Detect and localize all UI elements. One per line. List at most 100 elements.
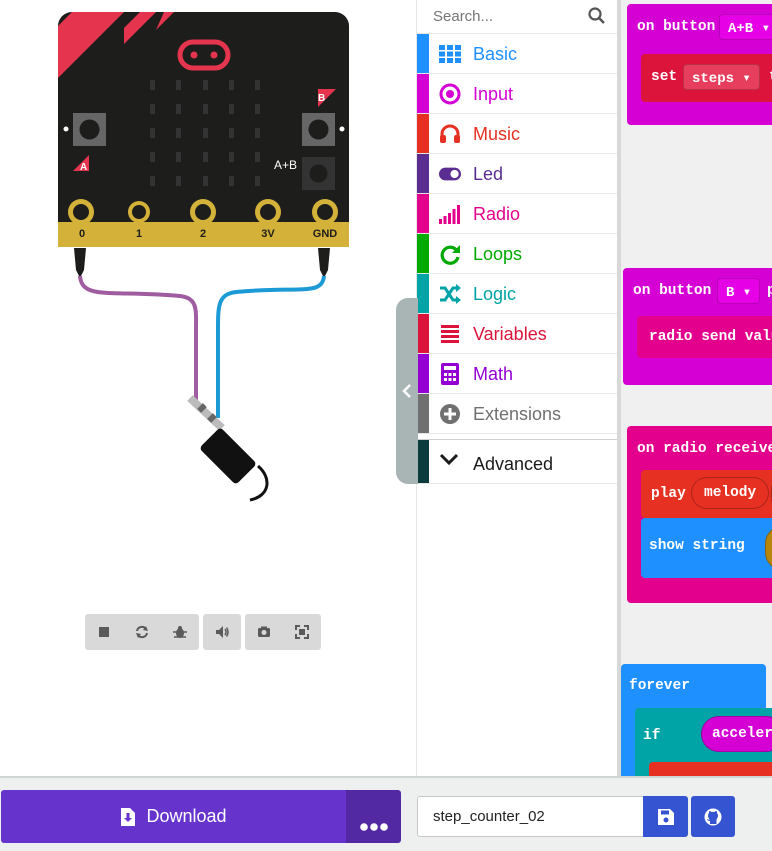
button-ab[interactable] <box>302 157 335 190</box>
category-extensions[interactable]: Extensions <box>417 394 617 434</box>
variable-dropdown[interactable]: steps ▾ <box>683 64 760 90</box>
show-string-block[interactable]: show string jo <box>641 518 772 578</box>
button-b[interactable] <box>302 113 335 146</box>
stop-button[interactable] <box>85 614 123 650</box>
string-value[interactable]: jo <box>765 526 772 570</box>
block-label: show string <box>649 538 745 554</box>
acceleration-block[interactable]: acceler <box>701 716 772 752</box>
makecode-editor: A B A+B 0 1 2 3V GND Search... Basic Inp… <box>0 0 772 851</box>
search-icon[interactable] <box>587 6 607 26</box>
calculator-icon <box>439 363 461 385</box>
fullscreen-button[interactable] <box>283 614 321 650</box>
block-label: play <box>651 486 686 502</box>
simulator-controls <box>85 614 321 650</box>
radio-send-value-block[interactable]: radio send valu <box>637 316 772 358</box>
block-label: on button <box>633 283 712 299</box>
block-label: on button <box>637 19 716 35</box>
category-input[interactable]: Input <box>417 74 617 114</box>
play-melody-block[interactable]: play melody d <box>641 470 772 518</box>
save-button[interactable] <box>643 796 688 837</box>
block-label: p <box>767 283 772 299</box>
pin-0-label: 0 <box>79 228 85 240</box>
set-variable-block[interactable]: set steps ▾ t <box>641 54 772 102</box>
category-label: Variables <box>473 324 547 344</box>
blocks-workspace[interactable]: on button A+B ▾ set steps ▾ t on button … <box>617 0 772 776</box>
block-label: on radio receive <box>637 441 772 457</box>
category-advanced[interactable]: Advanced <box>417 439 617 484</box>
dropdown-value: melody <box>704 485 757 501</box>
button-dropdown[interactable]: B ▾ <box>717 278 761 304</box>
category-led[interactable]: Led <box>417 154 617 194</box>
button-b-label: B <box>318 93 325 104</box>
category-logic[interactable]: Logic <box>417 274 617 314</box>
category-label: Loops <box>473 244 523 264</box>
dropdown-value: A+B <box>728 21 754 37</box>
fullscreen-icon <box>295 625 309 639</box>
value-text: acceler <box>712 726 772 742</box>
category-variables[interactable]: Variables <box>417 314 617 354</box>
on-button-b-block[interactable]: on button B ▾ p radio send valu <box>623 268 772 385</box>
restart-button[interactable] <box>123 614 161 650</box>
button-dropdown[interactable]: A+B ▾ <box>719 14 772 40</box>
on-radio-received-block[interactable]: on radio receive play melody d show stri… <box>627 426 772 603</box>
block-label: if <box>643 728 661 744</box>
block-label: set <box>651 69 678 85</box>
category-label: Math <box>473 364 514 384</box>
download-label: Download <box>146 806 227 826</box>
pin-2-label: 2 <box>200 228 206 240</box>
headphones-icon <box>439 123 461 145</box>
signal-icon <box>439 203 461 225</box>
toggle-icon <box>439 163 461 185</box>
category-label: Advanced <box>473 454 554 474</box>
category-label: Extensions <box>473 404 562 424</box>
if-block[interactable]: if acceler <box>635 708 772 776</box>
download-button[interactable]: Download <box>1 790 346 843</box>
mute-button[interactable] <box>203 614 241 650</box>
pin-1-label: 1 <box>136 228 142 240</box>
more-options-button[interactable] <box>346 790 401 843</box>
github-button[interactable] <box>691 796 735 837</box>
block-label: forever <box>629 678 690 694</box>
list-icon <box>439 323 461 345</box>
screenshot-button[interactable] <box>245 614 283 650</box>
forever-block[interactable]: forever if acceler <box>621 664 772 776</box>
debug-button[interactable] <box>161 614 199 650</box>
category-label: Input <box>473 84 514 104</box>
debug-icon <box>173 626 187 638</box>
on-button-ab-block[interactable]: on button A+B ▾ set steps ▾ t <box>627 4 772 125</box>
category-basic[interactable]: Basic <box>417 34 617 74</box>
github-icon <box>704 808 722 825</box>
melody-dropdown[interactable]: melody <box>691 477 770 509</box>
camera-icon <box>258 626 270 637</box>
button-a-label: A <box>80 162 87 173</box>
download-icon <box>121 807 136 826</box>
chevron-down-icon <box>439 452 461 474</box>
block-label: radio send valu <box>649 329 772 345</box>
simulator-panel: A B A+B 0 1 2 3V GND <box>0 0 416 776</box>
restart-icon <box>136 625 148 639</box>
category-radio[interactable]: Radio <box>417 194 617 234</box>
dropdown-value: steps <box>692 71 735 87</box>
search-input[interactable] <box>417 0 587 32</box>
mute-icon <box>216 626 229 638</box>
button-ab-label: A+B <box>274 158 297 172</box>
project-name-input[interactable] <box>417 796 644 837</box>
toolbox-search <box>417 0 617 34</box>
stop-icon <box>99 627 109 637</box>
button-a[interactable] <box>73 113 106 146</box>
collapse-simulator-handle[interactable] <box>396 298 418 484</box>
ellipsis-icon <box>359 823 388 831</box>
category-label: Music <box>473 124 521 144</box>
chevron-left-icon <box>402 384 411 398</box>
grid-icon <box>439 43 461 65</box>
category-music[interactable]: Music <box>417 114 617 154</box>
category-math[interactable]: Math <box>417 354 617 394</box>
category-label: Logic <box>473 284 517 304</box>
wire-gnd <box>216 275 326 418</box>
category-label: Led <box>473 164 504 184</box>
pin-gnd-label: GND <box>313 228 338 240</box>
input-icon <box>439 83 461 105</box>
category-loops[interactable]: Loops <box>417 234 617 274</box>
pin-3v-label: 3V <box>261 228 275 240</box>
floppy-disk-icon <box>657 808 674 825</box>
